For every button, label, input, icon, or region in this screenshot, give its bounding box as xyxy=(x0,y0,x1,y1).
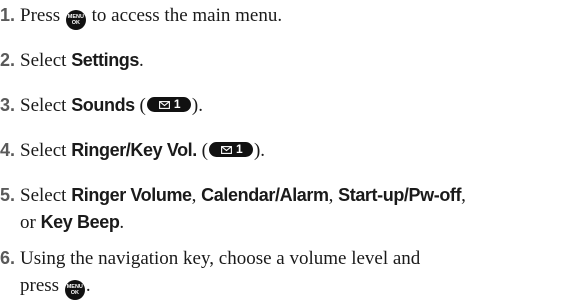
shortcut-key-badge: 1 xyxy=(146,97,191,112)
menu-item-name: Sounds xyxy=(71,95,135,115)
step-text: Select Sounds (1). xyxy=(20,92,555,119)
key-label-bottom: OK xyxy=(70,290,79,296)
envelope-icon xyxy=(158,100,170,109)
step-text-part: Using the navigation key, choose a volum… xyxy=(20,248,421,269)
shortcut-key-badge: 1 xyxy=(208,142,253,157)
step-text: Select Ringer Volume, Calendar/Alarm, St… xyxy=(20,182,555,236)
step-text-part: Select xyxy=(20,50,67,71)
menu-item-name: Ringer/Key Vol. xyxy=(71,140,197,160)
step-text: Select Ringer/Key Vol. (1). xyxy=(20,137,555,164)
step-text-part: press xyxy=(20,275,60,296)
step-number: 1. xyxy=(0,5,16,25)
step-text-part: , xyxy=(191,185,202,206)
menu-item-name: Settings xyxy=(71,50,139,70)
step-text-part: ). xyxy=(253,140,266,161)
step-text-part: to access the main menu. xyxy=(91,5,283,26)
step-text-part: , xyxy=(328,185,339,206)
step-text-part: Select xyxy=(20,140,67,161)
menu-item-name: Key Beep xyxy=(40,212,120,232)
step-text-part: Select xyxy=(20,185,67,206)
menu-item-name: Calendar/Alarm xyxy=(201,185,329,205)
step-text-part: ). xyxy=(191,95,203,116)
step-number: 4. xyxy=(0,140,16,160)
step-text-part: Press xyxy=(20,5,61,26)
step-text-part: ( xyxy=(134,95,146,116)
menu-item-name: Start-up/Pw-off xyxy=(338,185,462,205)
menu-item-name: Ringer Volume xyxy=(71,185,192,205)
step-text-part: , xyxy=(461,185,466,206)
step-text: Using the navigation key, choose a volum… xyxy=(20,245,555,300)
shortcut-digit: 1 xyxy=(235,142,243,156)
menu-ok-key-icon: MENU OK xyxy=(64,280,85,300)
step-number: 6. xyxy=(0,248,16,268)
shortcut-digit: 1 xyxy=(173,97,181,111)
step-number: 3. xyxy=(0,95,16,115)
key-label-bottom: OK xyxy=(71,20,80,26)
step-text-part: or xyxy=(20,212,36,233)
step-text-part: Select xyxy=(20,95,67,116)
step-text-part: . xyxy=(119,212,125,233)
step-number: 5. xyxy=(0,185,16,205)
menu-ok-key-icon: MENU OK xyxy=(65,10,86,30)
step-number: 2. xyxy=(0,50,16,70)
step-text: Select Settings. xyxy=(20,47,555,74)
step-text-part: . xyxy=(139,50,144,71)
envelope-icon xyxy=(221,145,232,154)
step-text-part: . xyxy=(85,275,91,296)
step-text: Press MENU OK to access the main menu. xyxy=(20,2,555,30)
step-text-part: ( xyxy=(196,140,208,161)
